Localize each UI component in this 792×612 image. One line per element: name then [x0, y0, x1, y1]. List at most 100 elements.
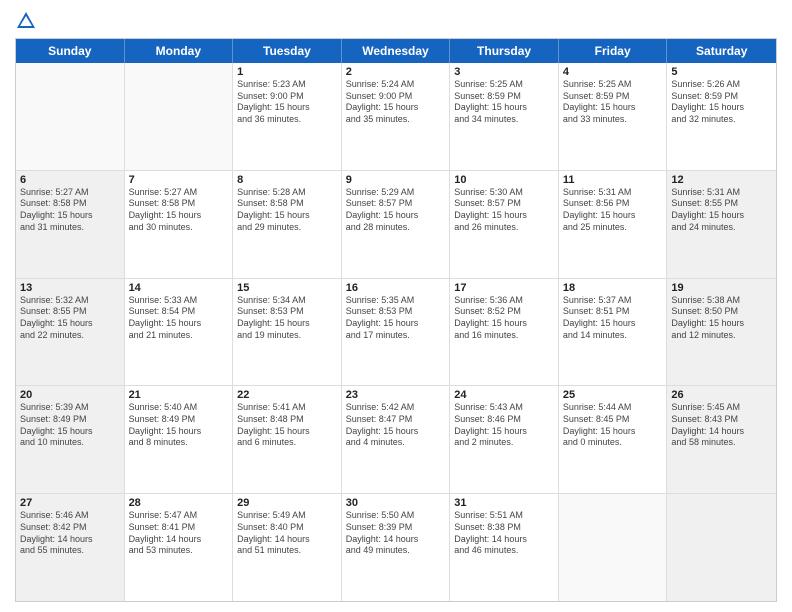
cal-cell-r4c3: 30Sunrise: 5:50 AMSunset: 8:39 PMDayligh… — [342, 494, 451, 601]
cell-line: Sunrise: 5:39 AM — [20, 402, 120, 414]
cell-line: Daylight: 15 hours — [563, 210, 663, 222]
cell-line: Sunrise: 5:51 AM — [454, 510, 554, 522]
cal-row-1: 6Sunrise: 5:27 AMSunset: 8:58 PMDaylight… — [16, 171, 776, 279]
cell-line: Sunrise: 5:24 AM — [346, 79, 446, 91]
cell-line: Daylight: 15 hours — [129, 318, 229, 330]
cell-line: Sunrise: 5:35 AM — [346, 295, 446, 307]
cal-cell-r2c3: 16Sunrise: 5:35 AMSunset: 8:53 PMDayligh… — [342, 279, 451, 386]
cell-line: Sunrise: 5:34 AM — [237, 295, 337, 307]
cell-line: Sunrise: 5:27 AM — [20, 187, 120, 199]
cell-line: Sunrise: 5:32 AM — [20, 295, 120, 307]
cell-line: and 30 minutes. — [129, 222, 229, 234]
cell-line: Sunset: 8:59 PM — [671, 91, 772, 103]
cell-line: Sunrise: 5:47 AM — [129, 510, 229, 522]
day-number: 1 — [237, 66, 337, 78]
day-number: 17 — [454, 282, 554, 294]
cell-line: and 51 minutes. — [237, 545, 337, 557]
cal-cell-r1c4: 10Sunrise: 5:30 AMSunset: 8:57 PMDayligh… — [450, 171, 559, 278]
cell-line: Sunset: 8:49 PM — [129, 414, 229, 426]
day-number: 30 — [346, 497, 446, 509]
day-number: 18 — [563, 282, 663, 294]
cell-line: and 22 minutes. — [20, 330, 120, 342]
cell-line: Daylight: 14 hours — [237, 534, 337, 546]
cell-line: Sunset: 8:48 PM — [237, 414, 337, 426]
cell-line: and 2 minutes. — [454, 437, 554, 449]
cell-line: and 25 minutes. — [563, 222, 663, 234]
day-number: 20 — [20, 389, 120, 401]
cell-line: Sunset: 9:00 PM — [237, 91, 337, 103]
cell-line: Daylight: 14 hours — [671, 426, 772, 438]
cal-cell-r3c2: 22Sunrise: 5:41 AMSunset: 8:48 PMDayligh… — [233, 386, 342, 493]
day-number: 31 — [454, 497, 554, 509]
cell-line: Daylight: 15 hours — [563, 102, 663, 114]
cell-line: Sunrise: 5:50 AM — [346, 510, 446, 522]
cal-row-2: 13Sunrise: 5:32 AMSunset: 8:55 PMDayligh… — [16, 279, 776, 387]
cal-cell-r2c4: 17Sunrise: 5:36 AMSunset: 8:52 PMDayligh… — [450, 279, 559, 386]
cell-line: Sunrise: 5:45 AM — [671, 402, 772, 414]
cell-line: Daylight: 15 hours — [237, 318, 337, 330]
calendar: SundayMondayTuesdayWednesdayThursdayFrid… — [15, 38, 777, 602]
cell-line: and 31 minutes. — [20, 222, 120, 234]
cal-cell-r1c1: 7Sunrise: 5:27 AMSunset: 8:58 PMDaylight… — [125, 171, 234, 278]
cell-line: and 6 minutes. — [237, 437, 337, 449]
page: SundayMondayTuesdayWednesdayThursdayFrid… — [0, 0, 792, 612]
day-number: 21 — [129, 389, 229, 401]
cell-line: Sunset: 8:53 PM — [346, 306, 446, 318]
cell-line: Sunrise: 5:33 AM — [129, 295, 229, 307]
day-number: 8 — [237, 174, 337, 186]
cell-line: Daylight: 15 hours — [454, 318, 554, 330]
day-number: 12 — [671, 174, 772, 186]
header — [15, 10, 777, 32]
cell-line: Sunrise: 5:29 AM — [346, 187, 446, 199]
cell-line: Sunset: 8:40 PM — [237, 522, 337, 534]
header-day-tuesday: Tuesday — [233, 39, 342, 63]
cell-line: Daylight: 15 hours — [20, 210, 120, 222]
cell-line: and 17 minutes. — [346, 330, 446, 342]
cal-cell-r1c5: 11Sunrise: 5:31 AMSunset: 8:56 PMDayligh… — [559, 171, 668, 278]
cell-line: Sunset: 8:53 PM — [237, 306, 337, 318]
cell-line: Daylight: 15 hours — [237, 102, 337, 114]
cell-line: and 35 minutes. — [346, 114, 446, 126]
cal-cell-r4c2: 29Sunrise: 5:49 AMSunset: 8:40 PMDayligh… — [233, 494, 342, 601]
header-day-sunday: Sunday — [16, 39, 125, 63]
cal-cell-r0c5: 4Sunrise: 5:25 AMSunset: 8:59 PMDaylight… — [559, 63, 668, 170]
cell-line: Sunset: 8:56 PM — [563, 198, 663, 210]
cal-cell-r0c1 — [125, 63, 234, 170]
cell-line: Sunset: 8:57 PM — [346, 198, 446, 210]
cal-cell-r2c5: 18Sunrise: 5:37 AMSunset: 8:51 PMDayligh… — [559, 279, 668, 386]
day-number: 7 — [129, 174, 229, 186]
cell-line: Sunset: 8:46 PM — [454, 414, 554, 426]
cal-cell-r1c3: 9Sunrise: 5:29 AMSunset: 8:57 PMDaylight… — [342, 171, 451, 278]
cell-line: Daylight: 14 hours — [129, 534, 229, 546]
cal-cell-r4c4: 31Sunrise: 5:51 AMSunset: 8:38 PMDayligh… — [450, 494, 559, 601]
cell-line: Sunset: 9:00 PM — [346, 91, 446, 103]
cell-line: and 36 minutes. — [237, 114, 337, 126]
cell-line: Sunset: 8:47 PM — [346, 414, 446, 426]
day-number: 26 — [671, 389, 772, 401]
day-number: 11 — [563, 174, 663, 186]
logo — [15, 10, 41, 32]
cell-line: Daylight: 14 hours — [346, 534, 446, 546]
day-number: 6 — [20, 174, 120, 186]
cell-line: and 32 minutes. — [671, 114, 772, 126]
cell-line: Daylight: 15 hours — [346, 210, 446, 222]
cell-line: and 8 minutes. — [129, 437, 229, 449]
cell-line: Daylight: 14 hours — [20, 534, 120, 546]
cell-line: and 34 minutes. — [454, 114, 554, 126]
logo-icon — [15, 10, 37, 32]
cell-line: and 4 minutes. — [346, 437, 446, 449]
cell-line: Daylight: 15 hours — [237, 426, 337, 438]
cell-line: Sunrise: 5:38 AM — [671, 295, 772, 307]
cell-line: and 19 minutes. — [237, 330, 337, 342]
day-number: 25 — [563, 389, 663, 401]
cell-line: Sunset: 8:54 PM — [129, 306, 229, 318]
cell-line: Daylight: 15 hours — [563, 318, 663, 330]
cell-line: Daylight: 15 hours — [129, 210, 229, 222]
cell-line: Sunrise: 5:37 AM — [563, 295, 663, 307]
cell-line: and 24 minutes. — [671, 222, 772, 234]
cal-cell-r1c0: 6Sunrise: 5:27 AMSunset: 8:58 PMDaylight… — [16, 171, 125, 278]
cal-row-4: 27Sunrise: 5:46 AMSunset: 8:42 PMDayligh… — [16, 494, 776, 601]
calendar-header: SundayMondayTuesdayWednesdayThursdayFrid… — [16, 39, 776, 63]
cell-line: Sunrise: 5:26 AM — [671, 79, 772, 91]
cell-line: and 12 minutes. — [671, 330, 772, 342]
